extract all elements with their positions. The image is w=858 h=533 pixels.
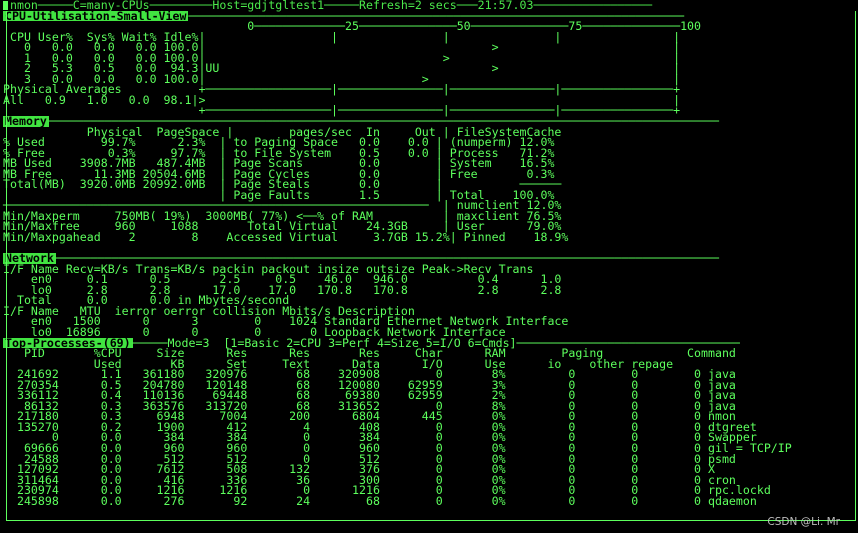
- frame-left-border: [6, 11, 7, 520]
- processes-line: 245898 0.0 276 92 24 68 0 0% 0 0 0 qdaem…: [3, 493, 757, 508]
- memory-line: Min/Maxpgahead 2 8 Accessed Virtual 3.7G…: [3, 230, 569, 245]
- terminal-window[interactable]: _nmon─────C=many-CPUs─────────Host=gdjtg…: [0, 0, 858, 533]
- watermark: CSDN @Li. Mr: [767, 516, 840, 528]
- frame-bottom-border: [6, 520, 856, 521]
- nmon-screen: _nmon─────C=many-CPUs─────────Host=gdjtg…: [3, 0, 792, 506]
- frame-right-border: [855, 11, 856, 520]
